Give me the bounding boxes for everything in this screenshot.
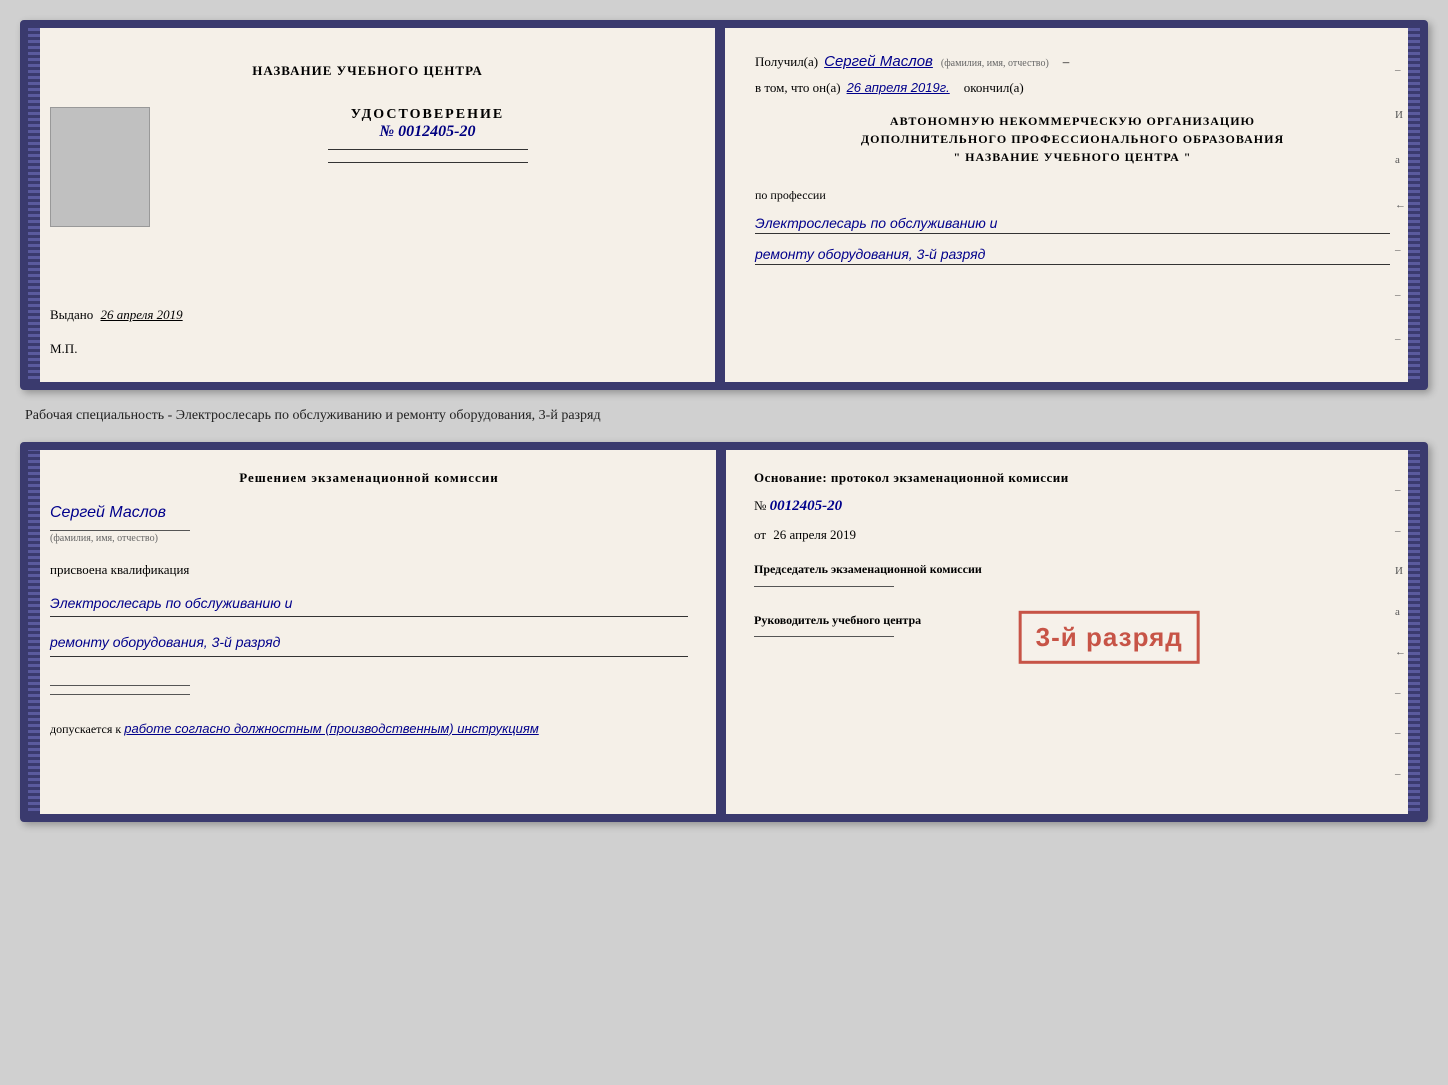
profession-line-1: Электрослесарь по обслуживанию и xyxy=(755,215,1390,234)
sig-line-1 xyxy=(50,685,190,686)
top-certificate: НАЗВАНИЕ УЧЕБНОГО ЦЕНТРА УДОСТОВЕРЕНИЕ №… xyxy=(20,20,1428,390)
po-professii: по профессии xyxy=(755,188,1390,203)
mp-line: М.П. xyxy=(50,341,77,357)
qual-right-page: Основание: протокол экзаменационной коми… xyxy=(726,450,1420,814)
qual-left-page: Решением экзаменационной комиссии Сергей… xyxy=(28,450,716,814)
poluchil-line: Получил(а) Сергей Маслов (фамилия, имя, … xyxy=(755,53,1390,70)
book-divider xyxy=(715,28,725,382)
qual-profession-2: ремонту оборудования, 3-й разряд xyxy=(50,631,688,656)
predsedatel-label: Председатель экзаменационной комиссии xyxy=(754,561,1392,578)
bottom-certificate: Решением экзаменационной комиссии Сергей… xyxy=(20,442,1428,822)
vydano-line: Выдано 26 апреля 2019 xyxy=(50,307,183,323)
sig-line-2 xyxy=(50,694,190,695)
udostoverenie-text: УДОСТОВЕРЕНИЕ № 0012405-20 xyxy=(170,107,685,167)
edge-marks-bottom-right: – – И а ← – – – xyxy=(1395,450,1406,814)
vtom-line: в том, что он(а) 26 апреля 2019г. окончи… xyxy=(755,80,1390,96)
name-underline xyxy=(50,530,190,531)
protocol-number: 0012405-20 xyxy=(770,498,843,514)
qual-recipient-name: Сергей Маслов xyxy=(50,504,688,522)
qual-name-block: Сергей Маслов (фамилия, имя, отчество) xyxy=(50,504,688,544)
protocol-line: № 0012405-20 xyxy=(754,498,1392,515)
ot-date-line: от 26 апреля 2019 xyxy=(754,527,1392,543)
qual-profession-1: Электрослесарь по обслуживанию и xyxy=(50,592,688,617)
udostoverenie-block: УДОСТОВЕРЕНИЕ № 0012405-20 xyxy=(50,107,685,227)
spine-right xyxy=(1408,28,1420,382)
prisvoena-text: присвоена квалификация xyxy=(50,562,688,578)
profession-line-2: ремонту оборудования, 3-й разряд xyxy=(755,246,1390,265)
cert-right-page: Получил(а) Сергей Маслов (фамилия, имя, … xyxy=(725,28,1420,382)
udostoverenie-number: № 0012405-20 xyxy=(380,123,476,141)
cert-title: НАЗВАНИЕ УЧЕБНОГО ЦЕНТРА xyxy=(252,63,483,79)
predsedatel-sig-line xyxy=(754,586,894,587)
name-hint-top: (фамилия, имя, отчество) xyxy=(941,58,1049,69)
udostoverenie-label: УДОСТОВЕРЕНИЕ xyxy=(351,107,504,123)
dopusk-hw: работе согласно должностным (производств… xyxy=(124,721,539,736)
spine-right-bottom xyxy=(1408,450,1420,814)
page-wrapper: НАЗВАНИЕ УЧЕБНОГО ЦЕНТРА УДОСТОВЕРЕНИЕ №… xyxy=(20,20,1428,822)
resheniem-title: Решением экзаменационной комиссии xyxy=(50,470,688,486)
recipient-name: Сергей Маслов xyxy=(824,53,933,70)
cert-left-page: НАЗВАНИЕ УЧЕБНОГО ЦЕНТРА УДОСТОВЕРЕНИЕ №… xyxy=(28,28,715,382)
book-divider-bottom xyxy=(716,450,726,814)
signature-line-2 xyxy=(328,162,528,163)
specialty-label: Рабочая специальность - Электрослесарь п… xyxy=(20,408,1428,424)
name-hint-bottom: (фамилия, имя, отчество) xyxy=(50,533,688,544)
predsedatel-block: Председатель экзаменационной комиссии xyxy=(754,561,1392,587)
rukovoditel-sig-line xyxy=(754,636,894,637)
osnovanie-title: Основание: протокол экзаменационной коми… xyxy=(754,470,1392,486)
signature-line-1 xyxy=(328,149,528,150)
dopuskaetsya-block: допускается к работе согласно должностны… xyxy=(50,721,688,737)
edge-marks-top-right: – И а ← – – – xyxy=(1395,28,1406,382)
photo-placeholder xyxy=(50,107,150,227)
org-block: АВТОНОМНУЮ НЕКОММЕРЧЕСКУЮ ОРГАНИЗАЦИЮ ДО… xyxy=(755,112,1390,166)
vtom-date: 26 апреля 2019г. xyxy=(847,80,950,95)
stamp-overlay: 3-й разряд xyxy=(1019,611,1200,664)
